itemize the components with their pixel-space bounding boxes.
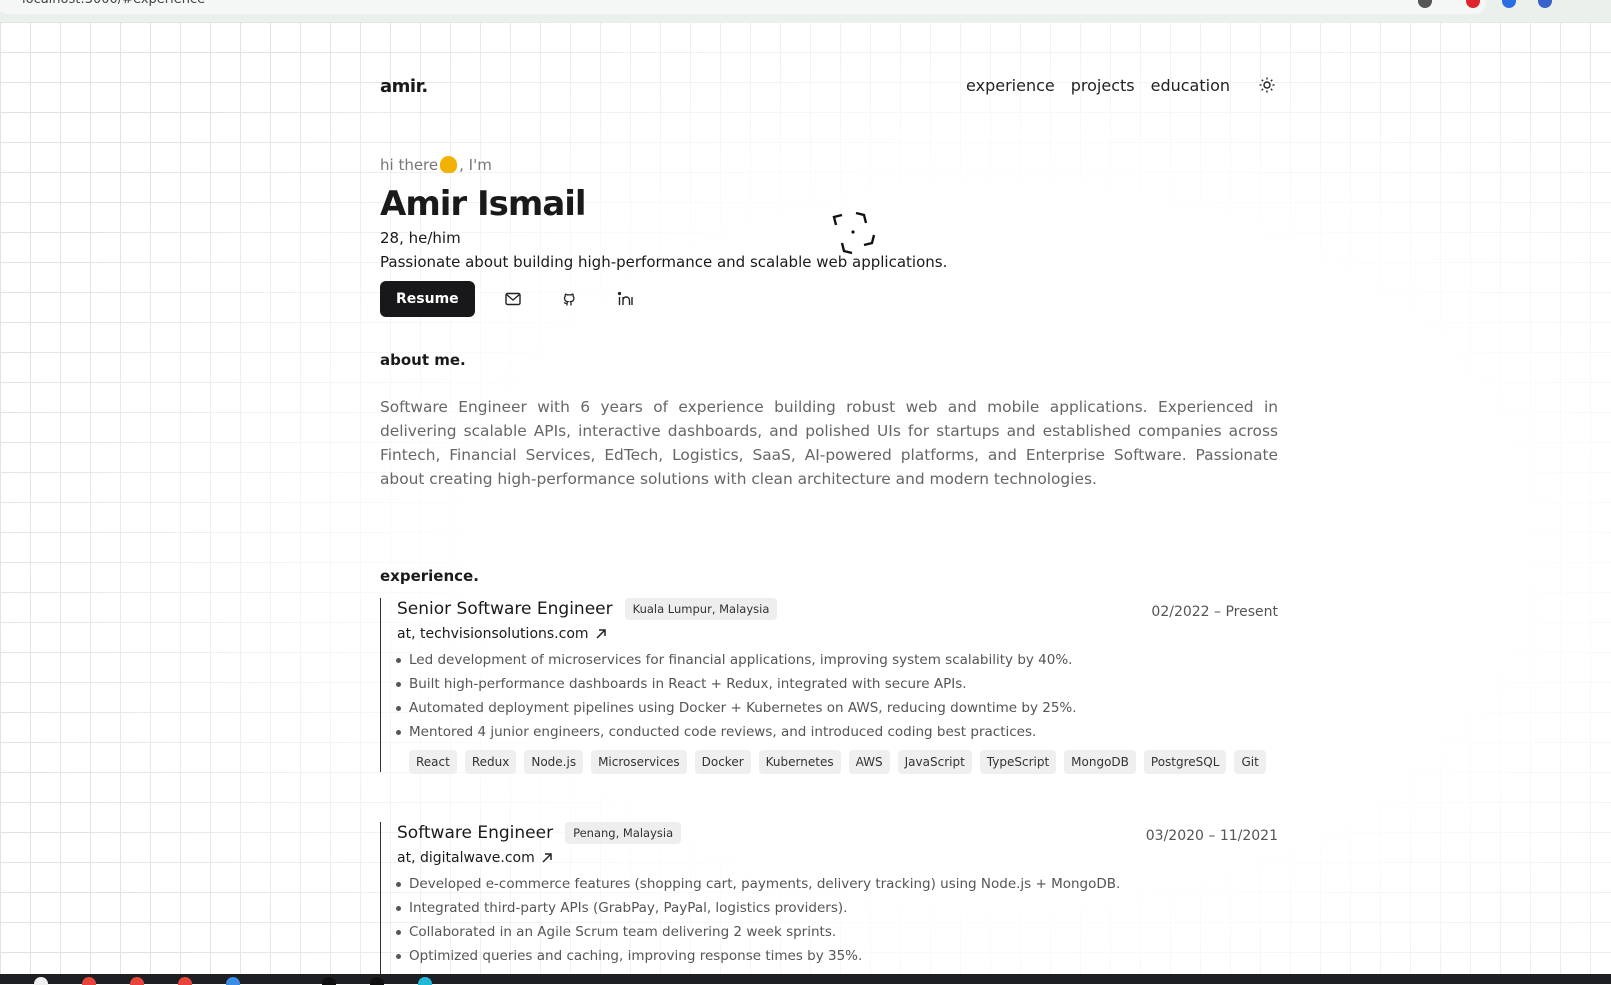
tech-tags: React Redux Node.js Microservices Docker… <box>397 750 1278 774</box>
github-icon[interactable] <box>551 281 587 317</box>
tech-tag: MongoDB <box>1064 750 1136 774</box>
greeting-prefix: hi there <box>380 156 439 174</box>
main-nav: experience projects education <box>950 74 1278 96</box>
address-bar[interactable]: localhost:3000/#experience <box>0 0 1486 14</box>
tech-tag: PostgreSQL <box>1143 750 1227 774</box>
external-link-arrow-icon[interactable] <box>541 852 553 864</box>
sun-icon[interactable] <box>1256 74 1278 96</box>
linkedin-icon[interactable] <box>607 281 643 317</box>
greeting-suffix: , I'm <box>459 156 492 174</box>
tech-tag: Git <box>1234 750 1266 774</box>
nav-experience[interactable]: experience <box>966 76 1055 95</box>
list-item: Automated deployment pipelines using Doc… <box>396 696 1278 720</box>
greeting: hi there , I'm <box>380 156 492 174</box>
company-name[interactable]: at, techvisionsolutions.com <box>397 626 589 642</box>
hero-actions: Resume <box>380 281 643 317</box>
experience-heading: experience. <box>380 567 479 585</box>
tech-tag: Redux <box>464 750 517 774</box>
job-dates: 03/2020 – 11/2021 <box>1145 828 1278 844</box>
location-badge: Kuala Lumpur, Malaysia <box>624 598 778 620</box>
job-entry: Software Engineer Penang, Malaysia 03/20… <box>380 822 1278 982</box>
list-item: Mentored 4 junior engineers, conducted c… <box>396 720 1278 744</box>
hero-age-pronouns: 28, he/him <box>380 229 461 247</box>
list-item: Led development of microservices for fin… <box>396 648 1278 672</box>
extension-icon-page[interactable] <box>1538 0 1552 8</box>
extension-icon-blue[interactable] <box>1502 0 1516 8</box>
list-item: Collaborated in an Agile Scrum team deli… <box>396 920 1278 944</box>
tech-tag: React <box>409 750 457 774</box>
list-item: Integrated third-party APIs (GrabPay, Pa… <box>396 896 1278 920</box>
location-badge: Penang, Malaysia <box>565 822 682 844</box>
screenshot-cursor-icon <box>831 210 877 260</box>
os-taskbar <box>0 974 1611 985</box>
job-dates: 02/2022 – Present <box>1151 604 1278 620</box>
job-title: Software Engineer <box>397 823 554 843</box>
mail-icon[interactable] <box>495 281 531 317</box>
about-heading: about me. <box>380 351 466 369</box>
tech-tag: Microservices <box>591 750 687 774</box>
tech-tag: Docker <box>694 750 751 774</box>
waving-hand-icon <box>440 156 458 173</box>
tech-tag: TypeScript <box>979 750 1057 774</box>
tech-tag: JavaScript <box>897 750 972 774</box>
nav-education[interactable]: education <box>1151 76 1230 95</box>
company-name[interactable]: at, digitalwave.com <box>397 850 535 866</box>
company-link[interactable]: at, techvisionsolutions.com <box>397 626 1278 642</box>
tech-tag: Node.js <box>524 750 584 774</box>
list-item: Optimized queries and caching, improving… <box>396 944 1278 968</box>
job-bullets: Led development of microservices for fin… <box>396 648 1278 744</box>
job-title: Senior Software Engineer <box>397 599 613 619</box>
job-entry: Senior Software Engineer Kuala Lumpur, M… <box>380 598 1278 774</box>
list-item: Developed e-commerce features (shopping … <box>396 872 1278 896</box>
tech-tag: AWS <box>848 750 890 774</box>
about-text: Software Engineer with 6 years of experi… <box>380 398 1278 488</box>
list-item: Built high-performance dashboards in Rea… <box>396 672 1278 696</box>
external-link-arrow-icon[interactable] <box>595 628 607 640</box>
job-header: Senior Software Engineer Kuala Lumpur, M… <box>397 598 1278 620</box>
tech-tag: Kubernetes <box>758 750 841 774</box>
company-link[interactable]: at, digitalwave.com <box>397 850 1278 866</box>
site-logo[interactable]: amir. <box>380 76 428 97</box>
browser-chrome: localhost:3000/#experience <box>0 0 1611 23</box>
hero-name: Amir Ismail <box>380 184 587 224</box>
job-bullets: Developed e-commerce features (shopping … <box>396 872 1278 968</box>
resume-button[interactable]: Resume <box>380 281 475 317</box>
nav-projects[interactable]: projects <box>1071 76 1135 95</box>
